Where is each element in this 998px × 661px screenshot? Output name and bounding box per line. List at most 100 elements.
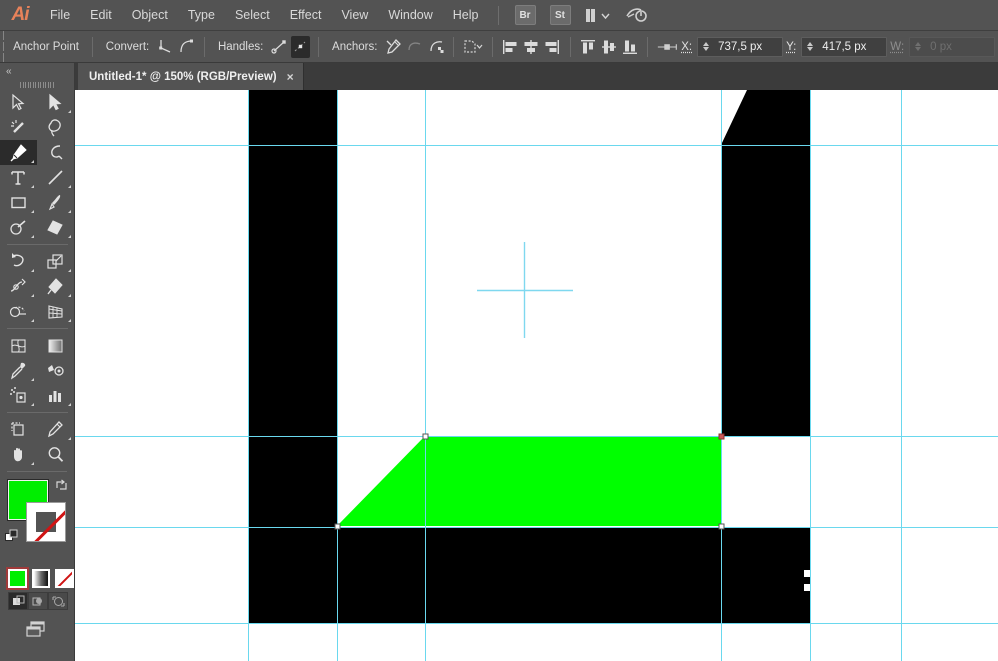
swap-fill-stroke-icon[interactable] [55,479,68,492]
eyedropper-tool[interactable] [0,358,37,383]
app-logo-icon: Ai [0,0,40,31]
anchor-point-bottom-left [335,524,340,529]
remove-anchor-icon[interactable] [384,36,403,58]
close-icon[interactable]: × [287,71,294,83]
control-divider-1 [92,37,93,57]
menu-select[interactable]: Select [225,0,280,31]
control-bar-grip[interactable] [0,31,7,63]
paintbrush-tool[interactable] [37,190,74,215]
align-right-icon[interactable] [543,36,562,58]
menu-effect[interactable]: Effect [280,0,332,31]
draw-normal-button[interactable] [8,592,28,610]
menu-file[interactable]: File [40,0,80,31]
control-divider-7 [647,37,648,57]
convert-to-smooth-icon[interactable] [177,36,196,58]
shaper-tool[interactable] [0,215,37,240]
slice-tool[interactable] [37,417,74,442]
hand-tool[interactable] [0,442,37,467]
color-mode-button[interactable] [8,569,27,588]
gradient-mode-button[interactable] [32,569,51,588]
align-left-icon[interactable] [501,36,520,58]
align-bottom-icon[interactable] [620,36,639,58]
connect-anchor-icon[interactable] [405,36,424,58]
control-bar: Anchor Point Convert: Handles: [0,31,998,63]
width-value: 0 px [924,41,994,53]
hide-handles-icon[interactable] [291,36,310,58]
blend-tool[interactable] [37,358,74,383]
mesh-tool[interactable] [0,333,37,358]
artboard-tool[interactable] [0,417,37,442]
search-adobe-icon[interactable] [625,5,647,25]
tools-divider-1 [7,244,68,245]
width-stepper [910,42,924,51]
control-divider-2 [204,37,205,57]
menu-edit[interactable]: Edit [80,0,122,31]
collapse-panel-button[interactable]: « [0,63,74,79]
menu-help[interactable]: Help [443,0,489,31]
width-tool[interactable] [0,274,37,299]
y-coordinate-field[interactable]: Y: 417,5 px [786,37,887,57]
align-vertical-center-icon[interactable] [599,36,618,58]
fill-stroke-controls [0,477,74,565]
y-stepper[interactable] [802,42,816,51]
x-stepper[interactable] [698,42,712,51]
change-screen-mode-icon[interactable] [23,620,51,641]
flyout-indicator [31,235,34,238]
y-coordinate-label: Y: [786,41,796,53]
magic-wand-tool[interactable] [0,115,37,140]
gradient-tool[interactable] [37,333,74,358]
y-coordinate-input[interactable]: 417,5 px [801,37,887,57]
anchor-point-top-right [719,434,724,439]
scale-tool[interactable] [37,249,74,274]
tools-divider-3 [7,412,68,413]
flyout-indicator [68,110,71,113]
curvature-tool[interactable] [37,140,74,165]
menu-window[interactable]: Window [378,0,442,31]
document-tab-bar: Untitled-1* @ 150% (RGB/Preview) × [75,63,998,90]
menu-view[interactable]: View [331,0,378,31]
menu-object[interactable]: Object [122,0,178,31]
stroke-swatch[interactable] [26,502,66,542]
line-segment-tool[interactable] [37,165,74,190]
perspective-grid-tool[interactable] [37,299,74,324]
tools-panel-grip[interactable] [0,79,74,90]
rectangle-tool[interactable] [0,190,37,215]
bridge-button[interactable]: Br [515,5,536,25]
shape-builder-tool[interactable] [0,299,37,324]
x-coordinate-input[interactable]: 737,5 px [697,37,783,57]
default-fill-stroke-icon[interactable] [5,529,20,544]
cut-path-icon[interactable] [426,36,445,58]
align-horizontal-center-icon[interactable] [522,36,541,58]
convert-to-corner-icon[interactable] [156,36,175,58]
selection-tool[interactable] [0,90,37,115]
flyout-indicator [68,235,71,238]
artwork-svg [75,90,998,661]
x-coordinate-field[interactable]: X: 737,5 px [681,37,783,57]
align-top-icon[interactable] [579,36,598,58]
column-graph-tool[interactable] [37,383,74,408]
artboard-canvas[interactable] [75,90,998,661]
symbol-sprayer-tool[interactable] [0,383,37,408]
transform-panel-icon[interactable] [462,36,484,58]
anchor-point-top-left [423,434,428,439]
zoom-tool[interactable] [37,442,74,467]
width-input: 0 px [909,37,995,57]
x-coordinate-value: 737,5 px [712,41,782,53]
draw-inside-button[interactable] [48,592,68,610]
free-transform-tool[interactable] [37,274,74,299]
rotate-tool[interactable] [0,249,37,274]
eraser-tool[interactable] [37,215,74,240]
draw-behind-button[interactable] [28,592,48,610]
stock-button[interactable]: St [550,5,571,25]
pen-tool[interactable] [0,140,37,165]
document-tab[interactable]: Untitled-1* @ 150% (RGB/Preview) × [78,63,304,90]
none-mode-button[interactable] [55,569,74,588]
menu-type[interactable]: Type [178,0,225,31]
control-divider-3 [318,37,319,57]
workspace-switcher-icon[interactable] [586,9,613,22]
show-handles-icon[interactable] [270,36,289,58]
direct-selection-tool[interactable] [37,90,74,115]
reference-point-icon[interactable] [656,36,680,58]
type-tool[interactable] [0,165,37,190]
lasso-tool[interactable] [37,115,74,140]
